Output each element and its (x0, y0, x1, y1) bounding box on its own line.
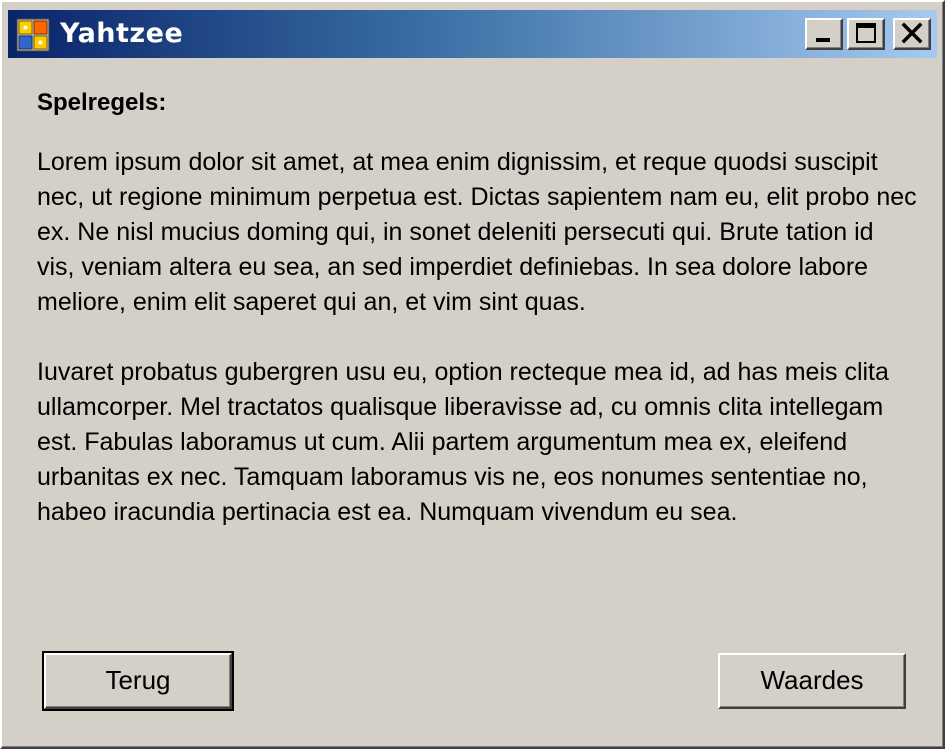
yahtzee-window: Yahtzee Spelregels: Lorem ipsum dolor si… (0, 0, 945, 749)
rules-paragraph-1: Lorem ipsum dolor sit amet, at mea enim … (37, 148, 917, 316)
close-button[interactable] (893, 18, 931, 50)
window-title: Yahtzee (60, 18, 184, 49)
rules-paragraph-2: Iuvaret probatus gubergren usu eu, optio… (37, 358, 889, 526)
title-bar[interactable]: Yahtzee (8, 10, 937, 58)
rules-heading: Spelregels: (37, 89, 167, 116)
minimize-icon (816, 38, 830, 42)
maximize-button[interactable] (847, 18, 885, 50)
close-icon (901, 22, 923, 44)
values-button[interactable]: Waardes (718, 653, 906, 709)
maximize-icon (856, 23, 876, 43)
minimize-button[interactable] (805, 18, 843, 50)
back-button[interactable]: Terug (42, 651, 234, 711)
yahtzee-app-icon[interactable] (16, 18, 50, 52)
